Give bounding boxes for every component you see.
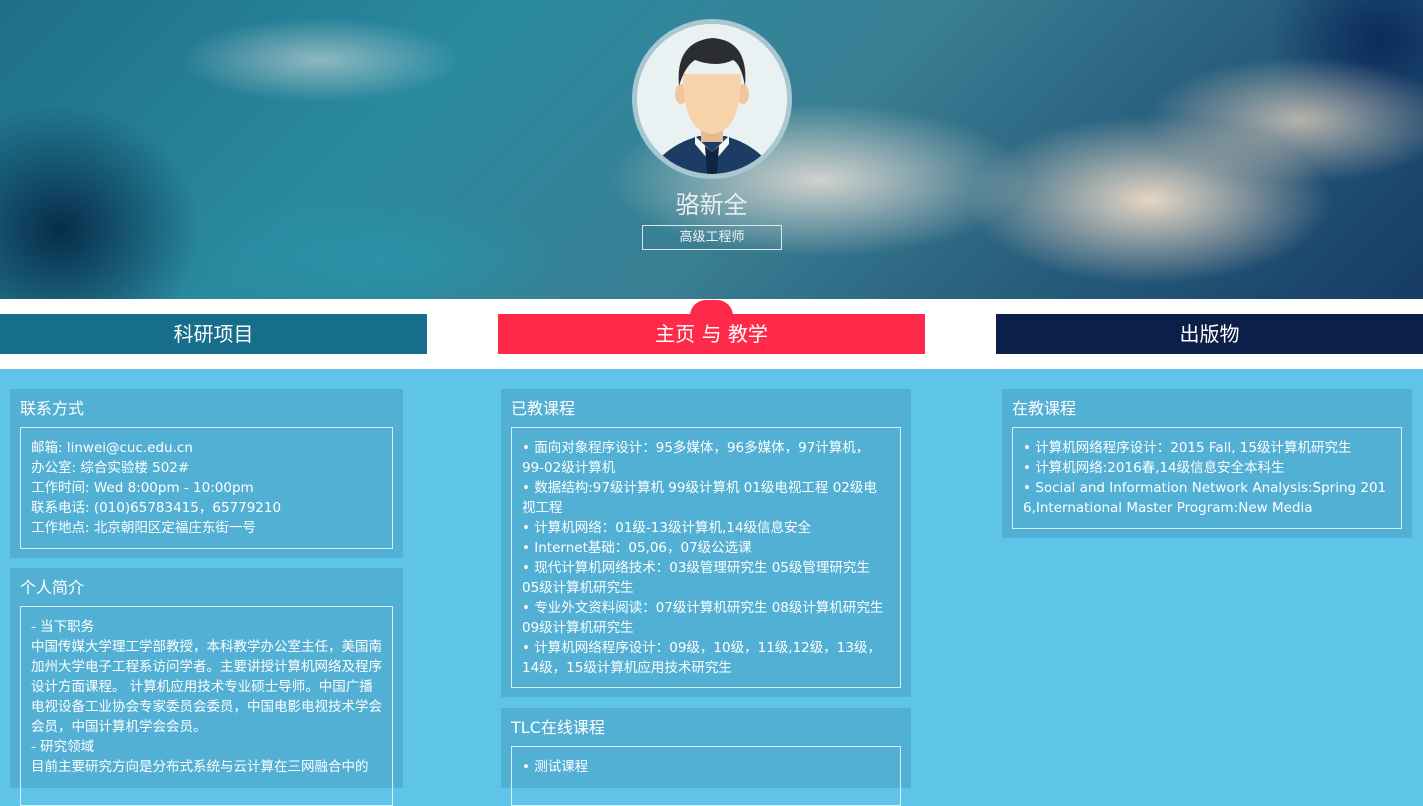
taught-courses-title: 已教课程 [511,399,576,418]
list-item: • 现代计算机网络技术：03级管理研究生 05级管理研究生 05级计算机研究生 [522,560,870,596]
taught-courses-list: • 面向对象程序设计：95多媒体，96多媒体，97计算机，99-02级计算机 •… [511,427,901,688]
current-courses-panel: 在教课程 • 计算机网络程序设计：2015 Fall, 15级计算机研究生 • … [1002,389,1412,538]
profile-name: 骆新全 [675,191,748,219]
tlc-online-courses-list: • 测试课程 [511,746,901,806]
contact-office: 办公室: 综合实验楼 502# [31,460,190,476]
current-courses-title: 在教课程 [1012,399,1077,418]
profile-header-banner: 骆新全 高级工程师 [0,0,1423,299]
tlc-online-courses-title: TLC在线课程 [511,718,605,737]
bio-heading-position: - 当下职务 [31,619,95,635]
contact-office-hours: 工作时间: Wed 8:00pm - 10:00pm [31,480,254,496]
tab-publications[interactable]: 出版物 [996,314,1423,354]
contact-address: 工作地点: 北京朝阳区定福庄东街一号 [31,520,256,536]
list-item: • 数据结构:97级计算机 99级计算机 01级电视工程 02级电视工程 [522,480,877,516]
bio-heading-research: - 研究领域 [31,739,95,755]
list-item: • Social and Information Network Analysi… [1023,480,1387,516]
tab-research-projects[interactable]: 科研项目 [0,314,427,354]
taught-courses-panel: 已教课程 • 面向对象程序设计：95多媒体，96多媒体，97计算机，99-02级… [501,389,911,697]
list-item: • 面向对象程序设计：95多媒体，96多媒体，97计算机，99-02级计算机 [522,440,870,476]
list-item: • 计算机网络程序设计：09级，10级，11级,12级，13级，14级，15级计… [522,640,881,676]
list-item: • 计算机网络:2016春,14级信息安全本科生 [1023,460,1285,476]
avatar [632,19,792,179]
profile-title-badge: 高级工程师 [642,225,782,250]
current-courses-list: • 计算机网络程序设计：2015 Fall, 15级计算机研究生 • 计算机网络… [1012,427,1402,529]
list-item: • 计算机网络：01级-13级计算机,14级信息安全 [522,520,811,536]
tlc-course-link[interactable]: • 测试课程 [522,757,890,777]
bio-panel-title: 个人简介 [20,578,85,597]
contact-panel: 联系方式 邮箱: linwei@cuc.edu.cn 办公室: 综合实验楼 50… [10,389,403,558]
person-avatar-icon [637,24,787,174]
bio-panel-body: - 当下职务 中国传媒大学理工学部教授，本科教学办公室主任，美国南加州大学电子工… [20,606,393,806]
list-item: • 专业外文资料阅读：07级计算机研究生 08级计算机研究生 09级计算机研究生 [522,600,884,636]
contact-email: 邮箱: linwei@cuc.edu.cn [31,440,193,456]
bio-panel: 个人简介 - 当下职务 中国传媒大学理工学部教授，本科教学办公室主任，美国南加州… [10,568,403,806]
contact-phone: 联系电话: (010)65783415，65779210 [31,500,282,516]
bio-position-text: 中国传媒大学理工学部教授，本科教学办公室主任，美国南加州大学电子工程系访问学者。… [31,639,382,735]
tab-home-teaching[interactable]: 主页 与 教学 [498,314,925,354]
bio-research-text: 目前主要研究方向是分布式系统与云计算在三网融合中的 [31,759,369,775]
tlc-online-courses-panel: TLC在线课程 • 测试课程 [501,708,911,806]
contact-panel-title: 联系方式 [20,399,85,418]
list-item: • Internet基础：05,06，07级公选课 [522,540,752,556]
contact-panel-body: 邮箱: linwei@cuc.edu.cn 办公室: 综合实验楼 502# 工作… [20,427,393,549]
list-item: • 计算机网络程序设计：2015 Fall, 15级计算机研究生 [1023,440,1352,456]
